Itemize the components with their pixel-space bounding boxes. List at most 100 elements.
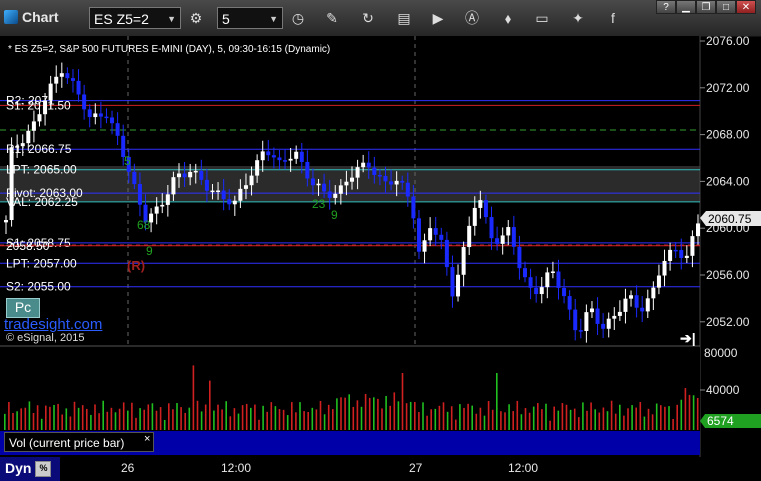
price-bar — [98, 113, 103, 117]
price-bar — [344, 181, 349, 186]
volume-study-label[interactable]: Vol (current price bar) — [4, 432, 154, 452]
maximize-button[interactable]: □ — [716, 0, 736, 14]
price-bar — [389, 181, 394, 185]
price-bar — [20, 143, 25, 147]
volume-bar — [127, 410, 129, 430]
volume-bar — [696, 398, 699, 430]
volume-bar — [106, 411, 109, 430]
volume-bar — [619, 404, 621, 430]
price-bar — [260, 151, 265, 161]
price-bar — [177, 173, 181, 178]
minimize-button[interactable]: ▁ — [676, 0, 696, 14]
price-bar — [4, 220, 8, 223]
dyn-button[interactable]: Dyn% — [0, 457, 60, 481]
chart-logo-icon — [4, 10, 18, 24]
price-bar — [26, 130, 31, 144]
volume-bar — [250, 407, 252, 430]
volume-bar — [614, 413, 617, 430]
volume-bar — [245, 403, 248, 430]
price-bar — [534, 287, 539, 295]
question-button[interactable]: ? — [656, 0, 676, 14]
chevron-down-icon[interactable]: ▼ — [167, 8, 176, 30]
level-label: S1: 2071.50 — [6, 98, 71, 112]
volume-bar — [602, 407, 605, 430]
volume-bar — [57, 403, 59, 430]
volume-bar — [471, 405, 473, 430]
price-bar — [48, 83, 53, 101]
symbol-input[interactable]: ES Z5=2 ▼ — [89, 7, 181, 29]
volume-bar — [537, 403, 539, 430]
volume-bar — [627, 408, 629, 430]
volume-bar — [578, 417, 580, 430]
price-bar — [662, 260, 667, 276]
volume-bar — [225, 401, 227, 430]
level-label: LPT: 2057.00 — [6, 256, 77, 270]
pc-button[interactable]: Pc — [6, 298, 40, 318]
chevron-down-icon[interactable]: ▼ — [269, 8, 278, 30]
volume-bar — [557, 410, 560, 430]
price-bar — [651, 287, 656, 299]
price-bar — [467, 225, 472, 248]
price-bar — [327, 191, 332, 198]
twitter-icon[interactable]: ✦ — [568, 8, 588, 28]
price-bar — [165, 194, 170, 205]
price-axis-label: 2052.00 — [706, 315, 750, 329]
time-axis-label: 26 — [121, 461, 135, 475]
volume-bar — [639, 402, 642, 430]
tradesight-link[interactable]: tradesight.com — [4, 316, 102, 333]
volume-bar — [274, 406, 277, 430]
price-bar — [355, 167, 360, 178]
price-bar — [37, 114, 42, 122]
esignal-copyright: © eSignal, 2015 — [6, 332, 85, 344]
restore-button[interactable]: ❐ — [696, 0, 716, 14]
price-bar — [232, 200, 237, 205]
play-icon[interactable]: ▶ — [428, 8, 448, 28]
facebook-icon[interactable]: f — [603, 8, 623, 28]
price-bar — [383, 175, 388, 182]
scroll-right-icon[interactable]: ➔| — [680, 330, 696, 347]
price-bar — [160, 204, 165, 207]
price-bar — [137, 184, 142, 205]
gear-icon[interactable]: ⚙ — [186, 8, 206, 28]
price-axis-label: 2076.00 — [706, 36, 750, 48]
price-bar — [216, 190, 221, 193]
volume-bar — [479, 407, 482, 430]
get-icon[interactable]: ▤ — [394, 8, 414, 28]
volume-bar — [77, 407, 80, 430]
volume-bar — [594, 409, 596, 430]
volume-bar — [352, 406, 355, 430]
volume-bar — [348, 394, 350, 430]
price-bar — [333, 193, 338, 198]
volume-bar — [192, 365, 195, 430]
close-study-icon[interactable]: × — [144, 433, 150, 445]
link-icon[interactable]: ⬧ — [498, 8, 518, 28]
volume-bar — [151, 403, 154, 430]
price-bar — [204, 179, 209, 191]
volume-bar — [241, 405, 244, 430]
price-bar — [629, 295, 634, 299]
close-button[interactable]: ✕ — [736, 0, 756, 14]
refresh-icon[interactable]: ↻ — [358, 8, 378, 28]
settings-icon[interactable]: % — [35, 461, 52, 478]
volume-bar — [524, 408, 527, 430]
volume-bar — [438, 405, 441, 430]
alert-icon[interactable]: Ⓐ — [462, 8, 482, 28]
tdseq-count: 5 — [124, 154, 131, 168]
chat-icon[interactable]: ▭ — [532, 8, 552, 28]
pencil-icon[interactable]: ✎ — [322, 8, 342, 28]
volume-bar — [323, 414, 326, 430]
price-bar — [523, 268, 527, 278]
price-bar — [154, 206, 159, 214]
volume-bar — [373, 397, 375, 430]
clock-icon[interactable]: ◷ — [288, 8, 308, 28]
price-bar — [461, 247, 466, 275]
volume-bar — [340, 397, 342, 430]
chart-canvas[interactable]: R2: 2071S1: 2071.50R1: 2066.75LPT: 2065.… — [0, 36, 761, 481]
price-bar — [595, 308, 600, 324]
chart-header: * ES Z5=2, S&P 500 FUTURES E-MINI (DAY),… — [8, 44, 331, 55]
toolbar: Chart ES Z5=2 ▼ ⚙ 5 ▼ ◷ ✎ ↻ ▤ ▶ Ⓐ ⬧ ▭ ✦ … — [0, 0, 761, 37]
price-bar — [394, 180, 399, 185]
volume-bar — [598, 412, 601, 430]
interval-input[interactable]: 5 ▼ — [217, 7, 283, 29]
volume-bar — [28, 401, 31, 430]
